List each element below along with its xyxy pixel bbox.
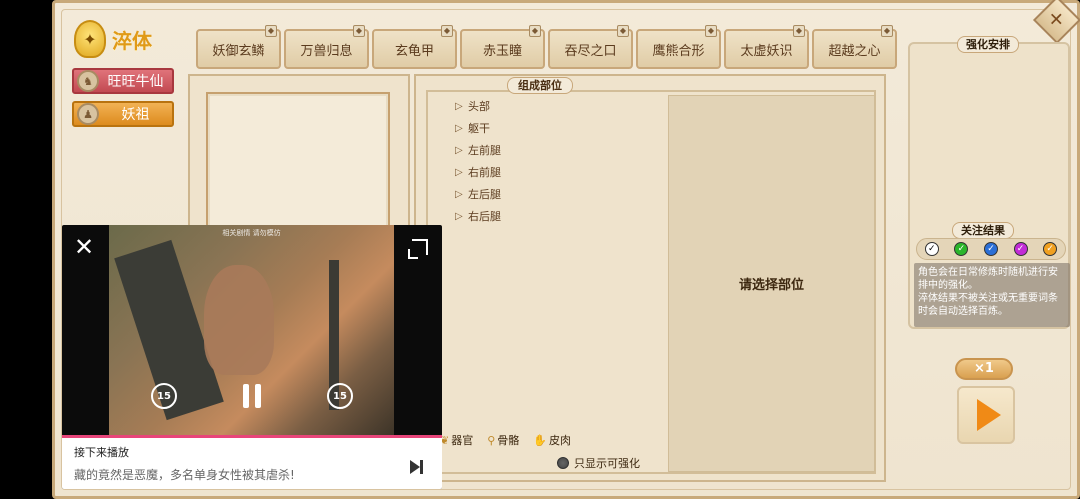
- avatar: ♟: [77, 103, 99, 125]
- character-item-2[interactable]: ♟ 妖祖: [72, 101, 174, 127]
- filter-label: 皮肉: [548, 434, 571, 447]
- triangle-right-icon: ▷: [455, 166, 463, 178]
- radio-icon: [557, 457, 569, 469]
- composition-label: 组成部位: [507, 77, 573, 94]
- avatar: ♞: [77, 70, 99, 92]
- badge-icon: ◆: [793, 25, 805, 37]
- part-item-front-left-leg[interactable]: ▷ 左前腿: [455, 139, 501, 161]
- tab-3[interactable]: 玄龟甲 ◆: [372, 25, 457, 69]
- video-content: [204, 265, 274, 375]
- tab-5[interactable]: 吞尽之口 ◆: [548, 25, 633, 69]
- emblem-icon: ✦: [74, 20, 106, 58]
- pause-bar: [255, 384, 261, 408]
- triangle-right-icon: ▷: [455, 210, 463, 222]
- tab-label: 妖御玄鳞: [212, 43, 265, 59]
- hand-icon: ✋: [533, 434, 547, 447]
- pause-button[interactable]: [243, 384, 261, 408]
- tab-1[interactable]: 妖御玄鳞 ◆: [196, 25, 281, 69]
- video-close-button[interactable]: ✕: [74, 235, 94, 259]
- badge-icon: ◆: [441, 25, 453, 37]
- part-list: ▷ 头部 ▷ 躯干 ▷ 左前腿 ▷ 右前腿 ▷ 左后腿 ▷ 右后腿: [455, 95, 501, 227]
- badge-icon: ◆: [353, 25, 365, 37]
- video-controls: 15 15: [62, 383, 442, 409]
- tab-4[interactable]: 赤玉瞳 ◆: [460, 25, 545, 69]
- tab-6[interactable]: 鹰熊合形 ◆: [636, 25, 721, 69]
- rewind-15-button[interactable]: 15: [151, 383, 177, 409]
- focus-purple-check-icon[interactable]: ✓: [1013, 242, 1028, 256]
- part-preview: 请选择部位: [668, 95, 875, 472]
- pause-bar: [243, 384, 249, 408]
- part-item-torso[interactable]: ▷ 躯干: [455, 117, 501, 139]
- badge-icon: ◆: [529, 25, 541, 37]
- preview-hint: 请选择部位: [738, 278, 804, 293]
- focus-label: 关注结果: [952, 222, 1014, 239]
- filter-label: 骨骼: [497, 434, 520, 447]
- start-button[interactable]: [957, 386, 1015, 444]
- part-item-head[interactable]: ▷ 头部: [455, 95, 501, 117]
- focus-white-check-icon[interactable]: ✓: [924, 242, 939, 256]
- page-title-area: ✦ 淬体: [74, 20, 152, 58]
- toggle-label: 只显示可强化: [574, 457, 640, 470]
- up-next-panel[interactable]: 接下来播放 藏的竟然是恶魔，多名单身女性被其虐杀!: [62, 438, 442, 489]
- focus-blue-check-icon[interactable]: ✓: [983, 242, 998, 256]
- multiplier-button[interactable]: ×1: [955, 358, 1013, 380]
- tab-label: 玄龟甲: [394, 43, 434, 59]
- character-name: 旺旺牛仙: [107, 74, 164, 90]
- only-enhanceable-toggle[interactable]: 只显示可强化: [557, 455, 640, 471]
- focus-green-check-icon[interactable]: ✓: [954, 242, 969, 256]
- part-label: 右后腿: [468, 210, 501, 223]
- tab-2[interactable]: 万兽归息 ◆: [284, 25, 369, 69]
- triangle-right-icon: ▷: [455, 188, 463, 200]
- tab-label: 超越之心: [828, 43, 881, 59]
- part-label: 右前腿: [468, 166, 501, 179]
- play-icon: [977, 399, 1001, 431]
- part-item-rear-left-leg[interactable]: ▷ 左后腿: [455, 183, 501, 205]
- bone-icon: ⚲: [487, 434, 496, 447]
- tab-label: 太虚妖识: [740, 43, 793, 59]
- focus-description: 角色会在日常修炼时随机进行安排中的强化。 淬体结果不被关注或无重要词条时会自动选…: [914, 263, 1070, 327]
- tab-label: 赤玉瞳: [482, 43, 522, 59]
- badge-icon: ◆: [617, 25, 629, 37]
- filter-label: 器官: [451, 434, 474, 447]
- triangle-right-icon: ▷: [455, 100, 463, 112]
- tab-7[interactable]: 太虚妖识 ◆: [724, 25, 809, 69]
- triangle-right-icon: ▷: [455, 144, 463, 156]
- up-next-title: 接下来播放: [74, 446, 129, 459]
- badge-icon: ◆: [705, 25, 717, 37]
- focus-filter-bar: ✓ ✓ ✓ ✓ ✓: [916, 238, 1066, 260]
- up-next-description: 藏的竟然是恶魔，多名单身女性被其虐杀!: [74, 468, 295, 482]
- tab-bar: 妖御玄鳞 ◆ 万兽归息 ◆ 玄龟甲 ◆ 赤玉瞳 ◆ 吞尽之口 ◆ 鹰熊合形 ◆ 太虚妖识 ◆ …: [196, 25, 897, 69]
- tab-label: 吞尽之口: [564, 43, 617, 59]
- arrange-label: 强化安排: [957, 36, 1019, 53]
- character-name: 妖祖: [121, 107, 150, 123]
- tab-label: 鹰熊合形: [652, 43, 705, 59]
- video-overlay: 相关剧情 请勿模仿 ✕ 15 15 接下来播放 藏的竟然是恶魔，多名单身女性被其…: [62, 225, 442, 489]
- focus-orange-check-icon[interactable]: ✓: [1043, 242, 1058, 256]
- tab-8[interactable]: 超越之心 ◆: [812, 25, 897, 69]
- part-label: 左前腿: [468, 144, 501, 157]
- filter-bone[interactable]: ⚲ 骨骼: [487, 432, 519, 448]
- filter-row: ❦ 器官 ⚲ 骨骼 ✋ 皮肉: [440, 432, 571, 448]
- part-label: 躯干: [468, 122, 490, 135]
- skip-next-icon[interactable]: [410, 460, 426, 474]
- part-label: 头部: [468, 100, 490, 113]
- video-overlay-text: 相关剧情 请勿模仿: [222, 229, 281, 237]
- character-item-1[interactable]: ♞ 旺旺牛仙: [72, 68, 174, 94]
- tab-label: 万兽归息: [300, 43, 353, 59]
- triangle-right-icon: ▷: [455, 122, 463, 134]
- fullscreen-icon[interactable]: [408, 239, 428, 259]
- part-label: 左后腿: [468, 188, 501, 201]
- filter-organ[interactable]: ❦ 器官: [440, 432, 473, 448]
- badge-icon: ◆: [265, 25, 277, 37]
- page-title: 淬体: [112, 28, 152, 53]
- part-item-front-right-leg[interactable]: ▷ 右前腿: [455, 161, 501, 183]
- part-item-rear-right-leg[interactable]: ▷ 右后腿: [455, 205, 501, 227]
- item-slot[interactable]: [206, 92, 390, 242]
- filter-skin[interactable]: ✋ 皮肉: [533, 432, 571, 448]
- forward-15-button[interactable]: 15: [327, 383, 353, 409]
- badge-icon: ◆: [881, 25, 893, 37]
- close-icon: ✕: [1049, 9, 1065, 31]
